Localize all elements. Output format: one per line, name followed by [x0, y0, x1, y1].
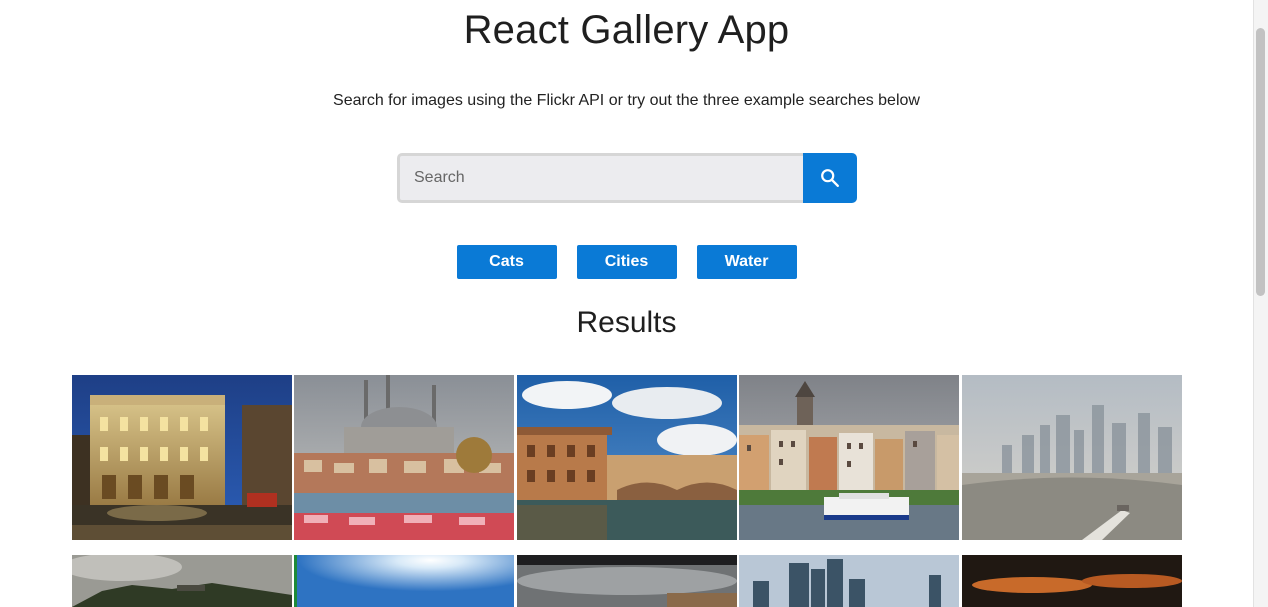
- search-icon: [821, 169, 839, 187]
- photo-cloudy-rooftops[interactable]: [517, 555, 737, 607]
- main-nav: Cats Cities Water: [0, 245, 1253, 279]
- search-form: [397, 153, 857, 203]
- page-subtitle: Search for images using the Flickr API o…: [333, 92, 920, 109]
- nav-button-cats[interactable]: Cats: [456, 245, 557, 279]
- photo-sunset-clouds[interactable]: [962, 555, 1182, 607]
- photo-hill-trees[interactable]: [72, 555, 292, 607]
- photo-skyscrapers[interactable]: [739, 555, 959, 607]
- results-heading: Results: [576, 306, 677, 339]
- photo-istanbul-mosque[interactable]: [294, 375, 514, 540]
- photo-sun-blue-sky[interactable]: [294, 555, 514, 607]
- photo-florence-river[interactable]: [517, 375, 737, 540]
- nav-button-water[interactable]: Water: [696, 245, 797, 279]
- page-title: React Gallery App: [463, 8, 790, 52]
- photo-galata-tower-ferry[interactable]: [739, 375, 959, 540]
- app-container: React Gallery App Search for images usin…: [0, 0, 1253, 607]
- photo-foggy-skyline-river[interactable]: [962, 375, 1182, 540]
- nav-button-cities[interactable]: Cities: [576, 245, 677, 279]
- photo-city-hall-night[interactable]: [72, 375, 292, 540]
- search-input[interactable]: [397, 153, 803, 203]
- search-button[interactable]: [803, 153, 857, 203]
- scrollbar-thumb[interactable]: [1256, 28, 1265, 296]
